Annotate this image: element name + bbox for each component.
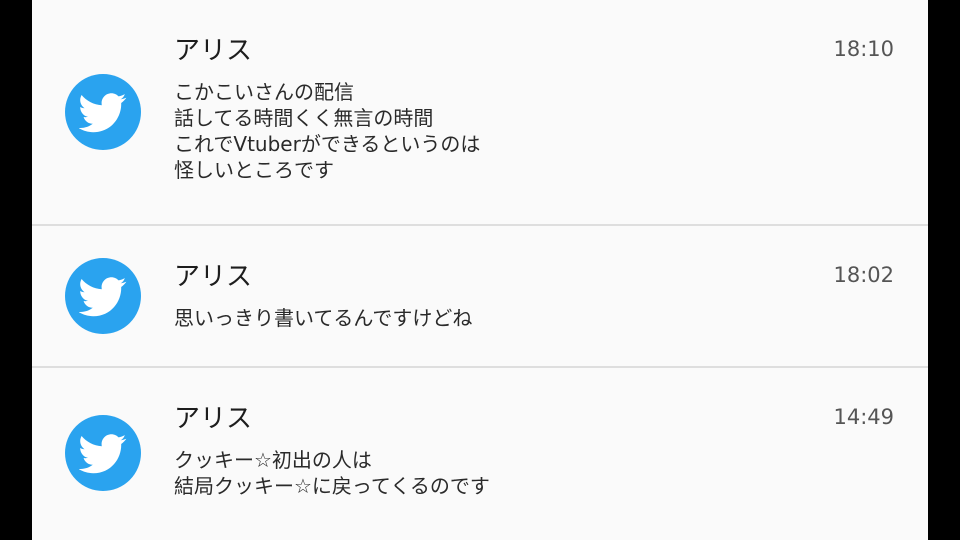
notification-panel: アリス 18:10 こかこいさんの配信 話してる時間くく無言の時間 これでVtu… [32, 0, 928, 540]
message-line: こかこいさんの配信 [174, 80, 354, 104]
sender-name: アリス [174, 36, 253, 66]
timestamp: 18:10 [833, 37, 894, 61]
notification-card[interactable]: アリス 18:02 思いっきり書いてるんですけどね [32, 226, 928, 368]
message-line: クッキー☆初出の人は [174, 448, 372, 472]
sender-name: アリス [174, 404, 253, 434]
message-line: 話してる時間くく無言の時間 [174, 106, 434, 130]
message-line: 怪しいところです [174, 158, 334, 182]
message-line: これでVtuberができるというのは [174, 132, 481, 156]
notification-card[interactable]: アリス 14:49 クッキー☆初出の人は 結局クッキー☆に戻ってくるのです [32, 368, 928, 540]
message-text: こかこいさんの配信 話してる時間くく無言の時間 これでVtuberができるという… [174, 79, 480, 183]
notification-card[interactable]: アリス 18:10 こかこいさんの配信 話してる時間くく無言の時間 これでVtu… [32, 0, 928, 226]
twitter-icon [65, 258, 141, 334]
twitter-icon [65, 74, 141, 150]
message-text: クッキー☆初出の人は 結局クッキー☆に戻ってくるのです [174, 447, 490, 499]
sender-name: アリス [174, 262, 253, 292]
message-line: 思いっきり書いてるんですけどね [174, 306, 473, 330]
message-text: 思いっきり書いてるんですけどね [174, 305, 472, 331]
message-line: 結局クッキー☆に戻ってくるのです [174, 474, 490, 498]
timestamp: 18:02 [833, 263, 894, 287]
twitter-icon [65, 415, 141, 491]
timestamp: 14:49 [833, 405, 894, 429]
